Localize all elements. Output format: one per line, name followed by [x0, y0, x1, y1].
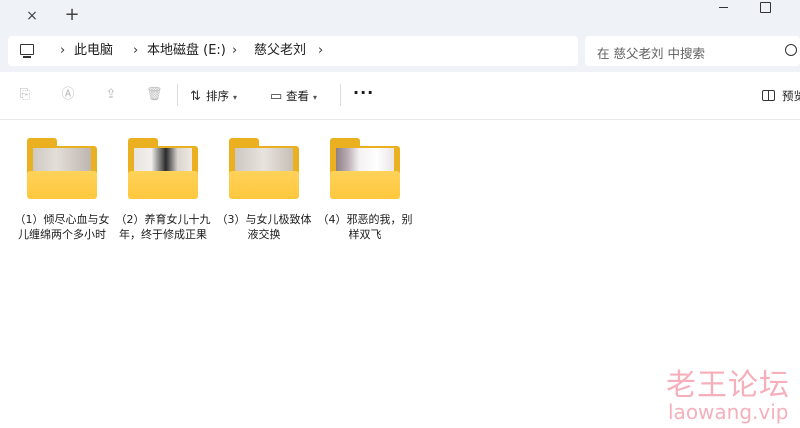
- this-pc-icon[interactable]: [20, 44, 34, 58]
- maximize-icon[interactable]: [760, 2, 771, 13]
- search-icon[interactable]: [785, 44, 797, 56]
- breadcrumb-separator-icon[interactable]: ›: [60, 42, 65, 60]
- delete-icon[interactable]: 🗑: [146, 88, 163, 102]
- breadcrumb-current-folder[interactable]: 慈父老刘: [254, 42, 306, 60]
- preview-label: 预览: [782, 89, 800, 103]
- breadcrumb-separator-icon[interactable]: ›: [133, 42, 138, 60]
- view-label: 查看: [286, 89, 309, 103]
- folder-icon: [122, 138, 202, 202]
- folder-item[interactable]: （1）倾尽心血与女儿缠绵两个多小时: [12, 136, 112, 266]
- folder-icon: [21, 138, 101, 202]
- folder-item[interactable]: （2）养育女儿十九年，终于修成正果: [113, 136, 213, 266]
- copy-icon[interactable]: ⎘: [18, 88, 32, 102]
- folder-item[interactable]: （4）邪恶的我，别样双飞: [315, 136, 415, 266]
- navigation-row: › 此电脑 › 本地磁盘 (E:) › 慈父老刘 › 在 慈父老刘 中搜索: [0, 32, 800, 72]
- folder-name: （4）邪恶的我，别样双飞: [317, 213, 413, 241]
- breadcrumb-local-disk[interactable]: 本地磁盘 (E:): [147, 42, 226, 60]
- folder-icon: [324, 138, 404, 202]
- search-box[interactable]: 在 慈父老刘 中搜索: [585, 36, 800, 66]
- breadcrumb-separator-icon[interactable]: ›: [232, 42, 237, 60]
- breadcrumb-this-pc[interactable]: 此电脑: [74, 42, 113, 60]
- toolbar-divider: [177, 84, 178, 106]
- address-bar[interactable]: › 此电脑 › 本地磁盘 (E:) › 慈父老刘 ›: [8, 36, 578, 66]
- view-button[interactable]: ▭ 查看 ▾: [270, 86, 317, 106]
- sort-label: 排序: [206, 89, 229, 103]
- close-tab-icon[interactable]: ×: [22, 6, 42, 26]
- preview-pane-button[interactable]: 预览: [762, 86, 800, 106]
- title-bar: × +: [0, 0, 800, 32]
- minimize-icon[interactable]: [716, 0, 732, 16]
- more-options-button[interactable]: ···: [353, 85, 373, 106]
- folder-icon: [223, 138, 303, 202]
- share-icon[interactable]: ⇪: [104, 88, 118, 102]
- sort-button[interactable]: ⇅ 排序 ▾: [190, 86, 237, 106]
- sort-icon: ⇅: [190, 89, 201, 104]
- new-tab-icon[interactable]: +: [62, 5, 82, 25]
- watermark-text: 老王论坛: [666, 368, 790, 403]
- watermark-url: laowang.vip: [668, 400, 789, 424]
- folder-name: （3）与女儿极致体液交换: [216, 213, 312, 241]
- preview-pane-icon: [762, 90, 775, 101]
- view-icon: ▭: [270, 89, 283, 104]
- toolbar-divider: [340, 84, 341, 106]
- folder-name: （2）养育女儿十九年，终于修成正果: [115, 213, 211, 241]
- rename-icon[interactable]: Ⓐ: [61, 88, 75, 102]
- command-bar: ⎘ Ⓐ ⇪ 🗑 ⇅ 排序 ▾ ▭ 查看 ▾ ··· 预览: [0, 72, 800, 120]
- folder-name: （1）倾尽心血与女儿缠绵两个多小时: [14, 213, 110, 241]
- folder-item[interactable]: （3）与女儿极致体液交换: [214, 136, 314, 266]
- breadcrumb-separator-icon[interactable]: ›: [318, 42, 323, 60]
- chevron-down-icon: ▾: [233, 93, 238, 102]
- chevron-down-icon: ▾: [313, 93, 318, 102]
- search-input[interactable]: 在 慈父老刘 中搜索: [597, 43, 705, 62]
